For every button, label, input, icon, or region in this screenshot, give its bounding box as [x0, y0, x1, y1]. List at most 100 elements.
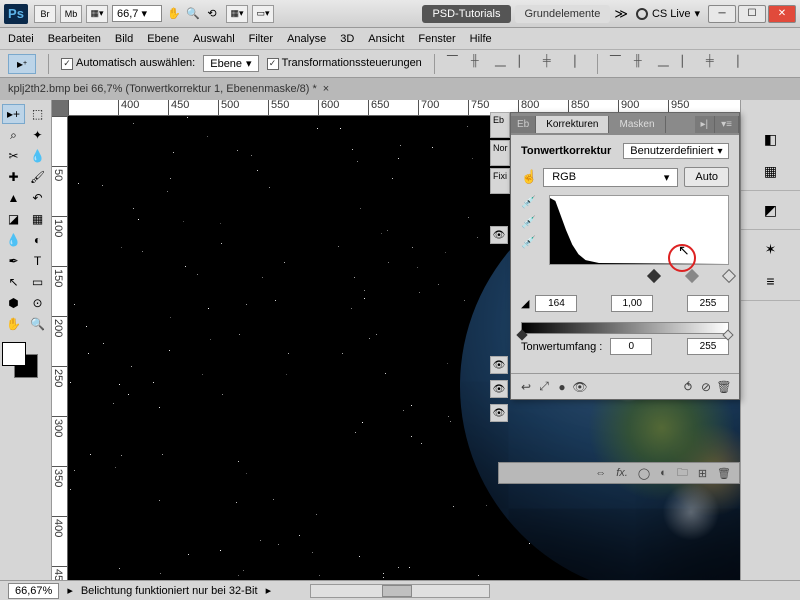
- zoom-tool[interactable]: 🔍: [26, 314, 49, 334]
- wand-tool[interactable]: ✦: [26, 125, 49, 145]
- black-eyedropper-icon[interactable]: 💉: [521, 195, 537, 211]
- gray-eyedropper-icon[interactable]: 💉: [521, 215, 537, 231]
- pen-tool[interactable]: ✒: [2, 251, 25, 271]
- close-button[interactable]: ✕: [768, 5, 796, 23]
- lock-stub[interactable]: Fixi: [490, 168, 510, 194]
- horizontal-scrollbar[interactable]: [310, 584, 490, 598]
- dist-bottom-icon[interactable]: ⎽: [658, 55, 676, 73]
- align-vcenter-icon[interactable]: ╫: [471, 55, 489, 73]
- view-extras-button[interactable]: ▦▾: [86, 5, 108, 23]
- dist-top-icon[interactable]: ⎺: [610, 55, 628, 73]
- panel-menu-icon[interactable]: ▾≡: [715, 116, 739, 133]
- status-arrow-icon[interactable]: ▸: [67, 584, 73, 597]
- eyedropper-tool[interactable]: 💧: [26, 146, 49, 166]
- dist-left-icon[interactable]: ▏: [682, 55, 700, 73]
- bridge-button[interactable]: Br: [34, 5, 56, 23]
- eraser-tool[interactable]: ◪: [2, 209, 25, 229]
- mask-icon[interactable]: ◯: [638, 467, 650, 480]
- white-eyedropper-icon[interactable]: 💉: [521, 235, 537, 251]
- folder-icon[interactable]: 🗀: [677, 464, 688, 483]
- color-swatches[interactable]: [2, 342, 42, 382]
- arrange-button[interactable]: ▦▾: [226, 5, 248, 23]
- histogram[interactable]: ↖: [549, 195, 729, 265]
- menu-ansicht[interactable]: Ansicht: [368, 33, 404, 45]
- maximize-button[interactable]: ☐: [738, 5, 766, 23]
- dist-right-icon[interactable]: ▕: [730, 55, 748, 73]
- auto-select-checkbox[interactable]: ✓Automatisch auswählen:: [61, 57, 195, 70]
- stamp-tool[interactable]: ▲: [2, 188, 25, 208]
- expand-icon[interactable]: ⤢: [535, 378, 553, 396]
- menu-bild[interactable]: Bild: [115, 33, 133, 45]
- blur-tool[interactable]: 💧: [2, 230, 25, 250]
- layer-dropdown[interactable]: Ebene ▾: [203, 55, 258, 72]
- transform-checkbox[interactable]: ✓Transformationssteuerungen: [267, 57, 422, 70]
- panel-tab-masken[interactable]: Masken: [609, 116, 665, 133]
- dodge-tool[interactable]: ◐: [26, 230, 49, 250]
- input-white-field[interactable]: [687, 295, 729, 312]
- zoom-field[interactable]: 66,67%: [8, 583, 59, 599]
- clip-icon[interactable]: ●: [553, 378, 571, 396]
- vertical-ruler[interactable]: 5010015020025030035040045050055060065070…: [52, 116, 68, 580]
- layer-visibility-icon[interactable]: 👁: [490, 404, 508, 422]
- align-hcenter-icon[interactable]: ╪: [543, 55, 561, 73]
- blend-stub[interactable]: Nor: [490, 140, 510, 166]
- input-black-field[interactable]: [535, 295, 577, 312]
- trash-icon[interactable]: 🗑: [717, 467, 731, 480]
- layer-visibility-icon[interactable]: 👁: [490, 226, 508, 244]
- delete-icon[interactable]: 🗑: [715, 378, 733, 396]
- align-right-icon[interactable]: ▕: [567, 55, 585, 73]
- path-tool[interactable]: ↖: [2, 272, 25, 292]
- scrubby-icon[interactable]: ☝: [521, 169, 537, 185]
- zoom-select[interactable]: 66,7 ▾: [112, 5, 162, 22]
- more-workspaces-icon[interactable]: ≫: [614, 6, 628, 22]
- link-icon[interactable]: ⇔: [595, 467, 606, 479]
- new-layer-icon[interactable]: ⊞: [698, 467, 707, 480]
- dist-hcenter-icon[interactable]: ╪: [706, 55, 724, 73]
- marquee-tool[interactable]: ⬚: [26, 104, 49, 124]
- auto-button[interactable]: Auto: [684, 167, 729, 187]
- workspace-tab-1[interactable]: PSD-Tutorials: [422, 5, 510, 23]
- layers-tab-stub[interactable]: Eb: [490, 112, 510, 138]
- output-black-field[interactable]: [610, 338, 652, 355]
- black-slider[interactable]: [647, 269, 661, 283]
- rotate-icon[interactable]: ⟲: [204, 6, 220, 22]
- document-tab[interactable]: kplj2th2.bmp bei 66,7% (Tonwertkorrektur…: [0, 78, 800, 100]
- brush-tool[interactable]: 🖌: [26, 167, 49, 187]
- current-tool-icon[interactable]: ▸+: [8, 54, 36, 74]
- menu-bearbeiten[interactable]: Bearbeiten: [48, 33, 101, 45]
- menu-hilfe[interactable]: Hilfe: [470, 33, 492, 45]
- output-white-field[interactable]: [687, 338, 729, 355]
- panel-collapse-icon[interactable]: ▸|: [695, 116, 716, 133]
- scrollbar-thumb[interactable]: [382, 585, 412, 597]
- white-slider[interactable]: [722, 269, 736, 283]
- layer-visibility-icon[interactable]: 👁: [490, 356, 508, 374]
- healing-tool[interactable]: ✚: [2, 167, 25, 187]
- menu-3d[interactable]: 3D: [340, 33, 354, 45]
- screenmode-button[interactable]: ▭▾: [252, 5, 274, 23]
- align-top-icon[interactable]: ⎺: [447, 55, 465, 73]
- output-gradient[interactable]: [521, 322, 729, 334]
- align-left-icon[interactable]: ▏: [519, 55, 537, 73]
- status-more-icon[interactable]: ▸: [266, 584, 272, 597]
- menu-analyse[interactable]: Analyse: [287, 33, 326, 45]
- shape-tool[interactable]: ▭: [26, 272, 49, 292]
- 3d-camera-tool[interactable]: ⊙: [26, 293, 49, 313]
- history-brush-tool[interactable]: ↶: [26, 188, 49, 208]
- brush-panel-icon[interactable]: ✶: [760, 238, 782, 260]
- dist-vcenter-icon[interactable]: ╫: [634, 55, 652, 73]
- menu-filter[interactable]: Filter: [249, 33, 273, 45]
- menu-datei[interactable]: Datei: [8, 33, 34, 45]
- menu-ebene[interactable]: Ebene: [147, 33, 179, 45]
- reset-icon[interactable]: ⊘: [697, 378, 715, 396]
- lasso-tool[interactable]: ⌕: [2, 125, 25, 145]
- menu-fenster[interactable]: Fenster: [418, 33, 455, 45]
- minibridge-button[interactable]: Mb: [60, 5, 82, 23]
- swatches-panel-icon[interactable]: ▦: [760, 160, 782, 182]
- color-panel-icon[interactable]: ◧: [760, 128, 782, 150]
- gamma-slider[interactable]: [684, 269, 698, 283]
- align-bottom-icon[interactable]: ⎽: [495, 55, 513, 73]
- input-sliders[interactable]: [521, 273, 729, 287]
- move-tool[interactable]: ▸+: [2, 104, 25, 124]
- fx-icon[interactable]: fx.: [616, 467, 628, 479]
- workspace-tab-2[interactable]: Grundelemente: [515, 5, 611, 23]
